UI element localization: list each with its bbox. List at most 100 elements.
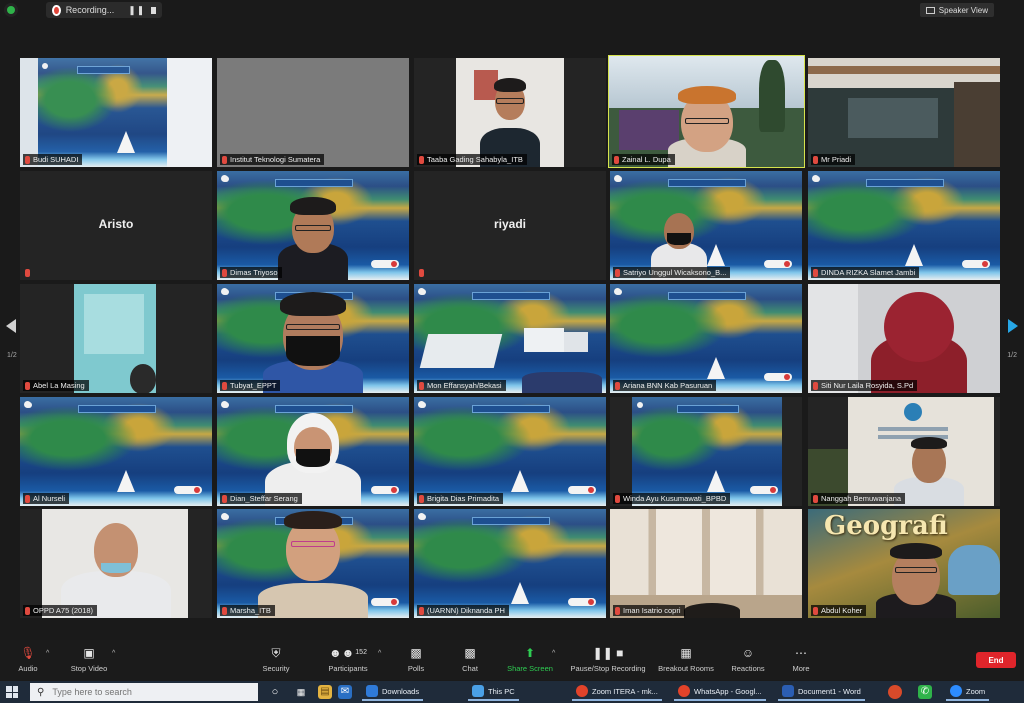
participant-name-tag: Satriyo Unggul Wicaksono_B...: [613, 267, 731, 278]
participant-center-name: riyadi: [493, 217, 526, 231]
search-input[interactable]: [52, 687, 233, 697]
video-tile[interactable]: Taaba Gading Sahabyla_ITB: [414, 58, 606, 167]
taskbar-word-document[interactable]: Document1 - Word: [778, 683, 865, 701]
pause-stop-recording-button[interactable]: ❚❚ ■ Pause/Stop Recording: [566, 646, 650, 673]
mic-muted-icon: [419, 268, 424, 277]
taskbar-downloads[interactable]: Downloads: [362, 683, 424, 701]
video-tile[interactable]: Nanggah Bemuwanjana: [808, 397, 1000, 506]
video-tile[interactable]: Dian_Steffar Serang: [217, 397, 409, 506]
video-tile[interactable]: Satriyo Unggul Wicaksono_B...: [610, 171, 802, 280]
microphone-muted-icon: 🎙: [20, 646, 36, 660]
task-view-icon[interactable]: ▦: [294, 685, 308, 699]
mic-muted-icon: [813, 381, 818, 390]
participant-name-tag: Mon Effansyah/Bekasi: [417, 380, 506, 391]
security-shield-icon[interactable]: [4, 3, 18, 17]
taskbar-whatsapp[interactable]: WhatsApp - Googl...: [674, 683, 766, 701]
pause-recording-icon[interactable]: ❚❚: [128, 5, 145, 16]
mic-muted-icon: [615, 381, 620, 390]
video-tile[interactable]: Dimas Triyoso: [217, 171, 409, 280]
video-tile[interactable]: Al Nurseli: [20, 397, 212, 506]
participant-name-tag: Nanggah Bemuwanjana: [811, 493, 906, 504]
video-options-caret[interactable]: ^: [112, 650, 115, 657]
video-tile[interactable]: Budi SUHADI: [20, 58, 212, 167]
stop-video-button[interactable]: ▣ Stop Video: [64, 646, 114, 673]
speaker-view-button[interactable]: Speaker View: [919, 3, 994, 17]
taskbar-zoom[interactable]: Zoom: [946, 683, 990, 701]
participants-options-caret[interactable]: ^: [378, 650, 381, 657]
polls-button[interactable]: ▩ Polls: [400, 646, 432, 673]
mic-muted-icon: [813, 155, 818, 164]
previous-page-button[interactable]: [0, 306, 22, 346]
chat-button[interactable]: ▩ Chat: [454, 646, 486, 673]
chrome-icon: [576, 685, 588, 697]
computer-icon: [472, 685, 484, 697]
mic-muted-icon: [25, 268, 30, 277]
video-tile[interactable]: Brigita Dias Primadita: [414, 397, 606, 506]
powerpoint-icon[interactable]: [888, 685, 902, 699]
taskbar-zoom-itera[interactable]: Zoom ITERA - mk...: [572, 683, 662, 701]
participant-name-tag: Dian_Steffar Serang: [220, 493, 302, 504]
participant-name-tag: [23, 267, 34, 278]
cortana-icon[interactable]: ○: [268, 685, 282, 699]
video-tile[interactable]: Abel La Masing: [20, 284, 212, 393]
mic-muted-icon: [222, 155, 227, 164]
reactions-button[interactable]: ☺ Reactions: [728, 646, 768, 673]
video-tile[interactable]: riyadi: [414, 171, 606, 280]
recording-indicator: Recording... ❚❚: [46, 2, 162, 18]
search-icon: ⚲: [37, 686, 45, 698]
video-tile[interactable]: Mr Priadi: [808, 58, 1000, 167]
more-button[interactable]: ⋯ More: [786, 646, 816, 673]
share-screen-button[interactable]: ⬆ Share Screen: [504, 646, 556, 673]
participant-name-tag: DINDA RIZKA Slamet Jambi: [811, 267, 920, 278]
mic-muted-icon: [25, 155, 30, 164]
mic-muted-icon: [222, 268, 227, 277]
mic-muted-icon: [614, 155, 619, 164]
mic-muted-icon: [419, 381, 424, 390]
share-options-caret[interactable]: ^: [552, 650, 555, 657]
video-tile[interactable]: Marsha_ITB: [217, 509, 409, 618]
participant-name-tag: Abdul Koher: [811, 605, 867, 616]
participant-name-tag: Winda Ayu Kusumawati_BPBD: [613, 493, 731, 504]
stop-recording-icon[interactable]: [151, 6, 156, 14]
mic-muted-icon: [25, 494, 30, 503]
recording-icon: [52, 4, 61, 16]
file-explorer-icon[interactable]: ▤: [318, 685, 332, 699]
page-indicator-left: 1/2: [7, 352, 17, 359]
video-tile[interactable]: Winda Ayu Kusumawati_BPBD: [610, 397, 802, 506]
audio-button[interactable]: 🎙 Audio: [12, 646, 44, 673]
participant-name-tag: [417, 267, 428, 278]
mic-muted-icon: [615, 494, 620, 503]
security-button[interactable]: ⛨ Security: [256, 646, 296, 673]
taskbar-search[interactable]: ⚲: [30, 683, 258, 701]
video-tile[interactable]: Iman Isatrio copri: [610, 509, 802, 618]
breakout-rooms-button[interactable]: ▦ Breakout Rooms: [656, 646, 716, 673]
mic-muted-icon: [419, 155, 424, 164]
video-tile[interactable]: Ariana BNN Kab Pasuruan: [610, 284, 802, 393]
mail-icon[interactable]: ✉: [338, 685, 352, 699]
participant-name-tag: OPPD A75 (2018): [23, 605, 98, 616]
video-tile[interactable]: Tubyat_EPPT: [217, 284, 409, 393]
video-tile[interactable]: Aristo: [20, 171, 212, 280]
video-tile[interactable]: Siti Nur Laila Rosyida, S.Pd: [808, 284, 1000, 393]
pause-stop-icon: ❚❚ ■: [592, 646, 624, 660]
mic-muted-icon: [615, 268, 620, 277]
video-tile[interactable]: OPPD A75 (2018): [20, 509, 212, 618]
participant-name-tag: Zainal L. Dupa: [612, 154, 675, 165]
participant-name-tag: Abel La Masing: [23, 380, 89, 391]
video-tile[interactable]: DINDA RIZKA Slamet Jambi: [808, 171, 1000, 280]
taskbar-this-pc[interactable]: This PC: [468, 683, 519, 701]
audio-options-caret[interactable]: ^: [46, 650, 49, 657]
recording-label: Recording...: [65, 5, 115, 15]
next-page-button[interactable]: [1002, 306, 1024, 346]
end-meeting-button[interactable]: End: [976, 652, 1016, 668]
video-tile-active-speaker[interactable]: Zainal L. Dupa: [608, 55, 805, 168]
whatsapp-icon[interactable]: ✆: [918, 685, 932, 699]
participants-count: 152: [355, 649, 367, 656]
video-tile[interactable]: Institut Teknologi Sumatera: [217, 58, 409, 167]
participant-name-tag: Ariana BNN Kab Pasuruan: [613, 380, 717, 391]
windows-start-button[interactable]: [6, 686, 18, 698]
video-tile[interactable]: (UARNN) Diknanda PH: [414, 509, 606, 618]
video-tile[interactable]: Mon Effansyah/Bekasi: [414, 284, 606, 393]
participants-button[interactable]: ☻☻152 Participants: [322, 646, 374, 673]
video-tile[interactable]: Geografi Abdul Koher: [808, 509, 1000, 618]
